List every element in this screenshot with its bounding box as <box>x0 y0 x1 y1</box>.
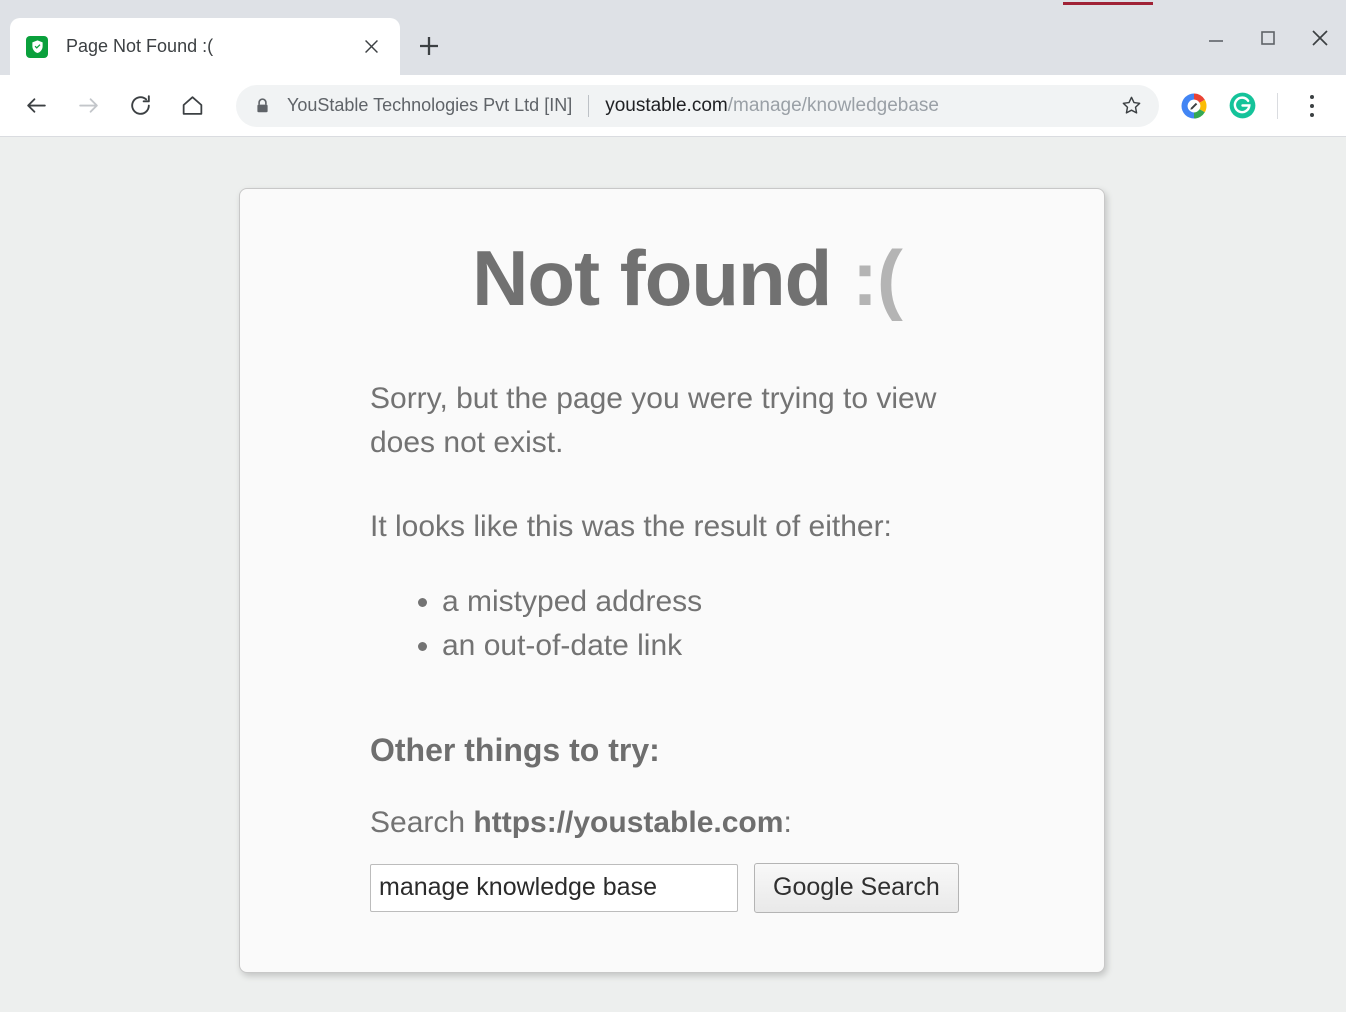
address-bar[interactable]: YouStable Technologies Pvt Ltd [IN] yous… <box>236 84 1159 127</box>
tab-title: Page Not Found :( <box>66 36 214 56</box>
list-item: a mistyped address <box>442 580 1044 624</box>
reload-icon[interactable] <box>118 84 162 128</box>
omnibox-divider <box>588 94 590 117</box>
error-card: Not found :( Sorry, but the page you wer… <box>239 188 1105 973</box>
url-path: /manage/knowledgebase <box>727 94 939 116</box>
back-icon[interactable] <box>14 84 58 128</box>
browser-tab-active[interactable]: Page Not Found :( <box>10 18 400 75</box>
search-form: Google Search <box>370 862 1044 913</box>
error-card-content: Not found :( Sorry, but the page you wer… <box>240 189 1104 913</box>
menu-dot <box>1310 112 1314 117</box>
list-item: an out-of-date link <box>442 624 1044 668</box>
toolbar-divider <box>1277 92 1278 119</box>
browser-toolbar: YouStable Technologies Pvt Ltd [IN] yous… <box>0 75 1346 137</box>
url-text: youstable.com/manage/knowledgebase <box>605 95 1111 117</box>
menu-dot <box>1310 94 1314 99</box>
url-host: youstable.com <box>605 94 728 116</box>
page-title-text: Not found <box>472 234 832 322</box>
green-shield-check-icon <box>26 35 48 58</box>
error-paragraph-primary: Sorry, but the page you were trying to v… <box>370 382 937 459</box>
ev-organization-label: YouStable Technologies Pvt Ltd [IN] <box>287 95 573 115</box>
google-search-button[interactable]: Google Search <box>754 862 959 913</box>
lock-icon <box>254 97 271 114</box>
chrome-menu-icon[interactable] <box>1292 84 1332 128</box>
bookmark-star-icon[interactable] <box>1111 86 1151 126</box>
page-viewport: Not found :( Sorry, but the page you wer… <box>0 137 1346 1012</box>
other-things-heading: Other things to try: <box>370 731 660 768</box>
forward-icon <box>66 84 110 128</box>
close-icon[interactable] <box>354 30 388 64</box>
browser-window: Page Not Found :(YouStable Technologies… <box>0 0 1346 1012</box>
search-input[interactable] <box>370 863 738 912</box>
top-accent-line <box>1063 2 1153 5</box>
window-controls <box>1190 0 1346 75</box>
search-suffix: : <box>783 805 792 839</box>
google-pencil-extension-icon[interactable] <box>1173 85 1215 127</box>
error-paragraph-secondary: It looks like this was the result of eit… <box>370 509 892 543</box>
search-prefix: Search <box>370 805 474 839</box>
menu-dot <box>1310 103 1314 108</box>
search-site-url: https://youstable.com <box>473 805 784 839</box>
home-icon[interactable] <box>170 84 214 128</box>
tab-strip: Page Not Found :( <box>0 0 1346 75</box>
grammarly-extension-icon[interactable] <box>1221 85 1263 127</box>
page-title: Not found :( <box>370 233 1044 324</box>
new-tab-button[interactable] <box>410 27 448 65</box>
sad-face-glyph: :( <box>851 234 903 322</box>
minimize-icon[interactable] <box>1190 0 1242 75</box>
reasons-list: a mistyped address an out-of-date link <box>370 580 1044 668</box>
maximize-icon[interactable] <box>1242 0 1294 75</box>
close-window-icon[interactable] <box>1294 0 1346 75</box>
search-site-label: Search https://youstable.com: <box>370 806 1044 840</box>
